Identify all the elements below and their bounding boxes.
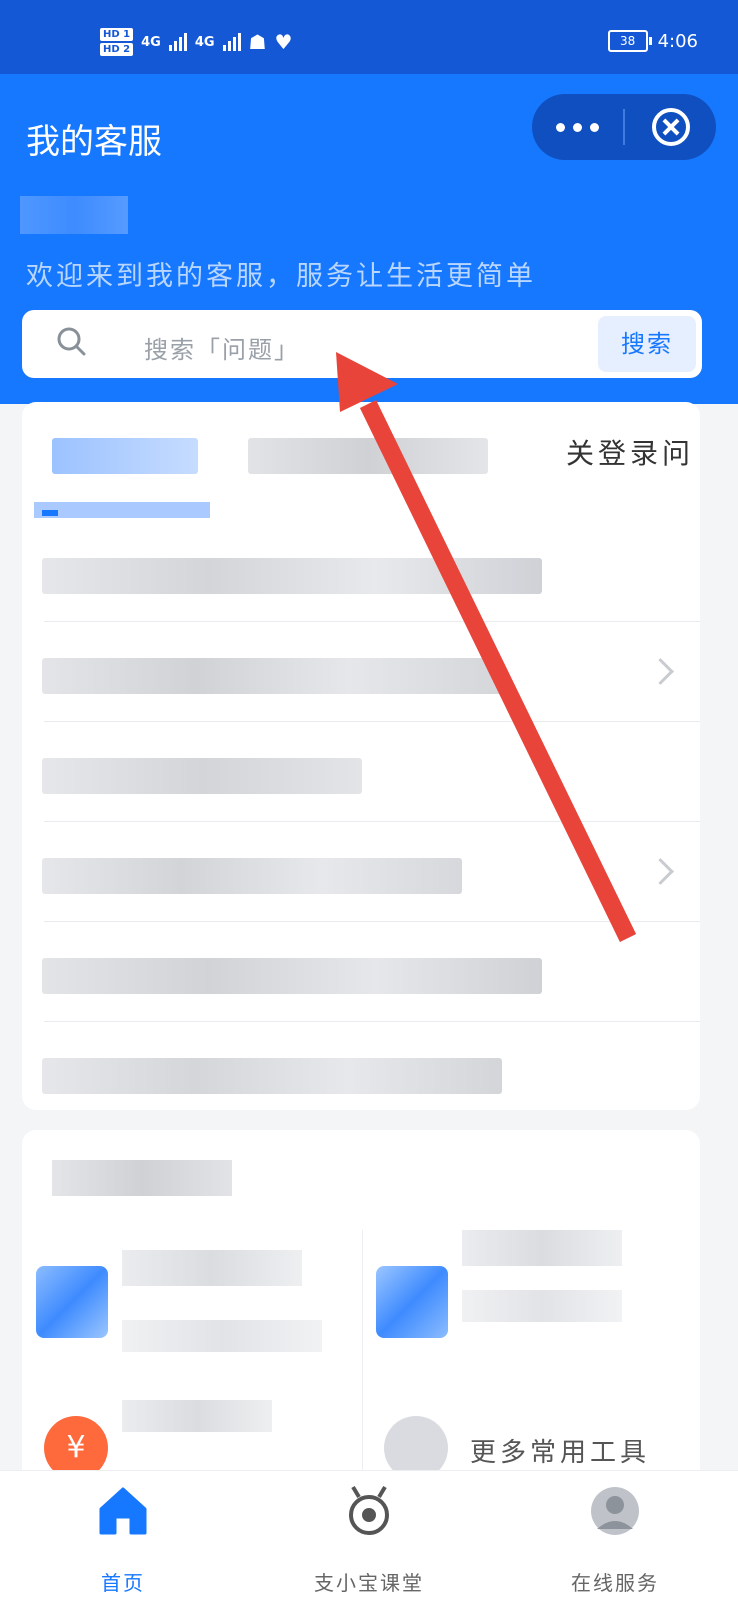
- close-icon: [651, 108, 690, 146]
- more-tools-label[interactable]: 更多常用工具: [470, 1432, 650, 1469]
- status-right: 38 4:06: [607, 30, 698, 52]
- search-bar[interactable]: 搜索「问题」 搜索: [22, 310, 702, 378]
- redacted-tile-desc: [462, 1290, 622, 1322]
- robot-icon: [349, 1485, 389, 1535]
- redacted-section-title: [52, 1160, 232, 1196]
- qq-icon: ☗: [248, 30, 267, 54]
- tab-home-label: 首页: [101, 1571, 145, 1595]
- tab-indicator: [34, 502, 210, 518]
- search-input[interactable]: 搜索「问题」: [144, 330, 300, 365]
- list-item[interactable]: [22, 822, 700, 922]
- divider: [362, 1230, 363, 1480]
- battery-icon: 38: [607, 30, 652, 52]
- dot-icon: [573, 122, 582, 132]
- dot-icon: [556, 122, 565, 132]
- dot-icon: [590, 122, 599, 132]
- welcome-text: 欢迎来到我的客服，服务让生活更简单: [26, 261, 536, 292]
- more-button[interactable]: [532, 122, 623, 132]
- list-item[interactable]: [22, 722, 700, 822]
- hd2-badge: HD 2: [100, 43, 134, 56]
- redacted-username: [20, 196, 128, 234]
- battery-level: 38: [619, 34, 636, 48]
- redacted-question: [42, 758, 362, 794]
- tab-classroom-label: 支小宝课堂: [314, 1571, 424, 1595]
- blue-grid-icon[interactable]: [36, 1266, 108, 1338]
- tab-online-service-label: 在线服务: [571, 1571, 659, 1595]
- list-item[interactable]: [22, 522, 700, 622]
- redacted-tile-title: [122, 1400, 272, 1432]
- tab-home[interactable]: 首页: [0, 1471, 246, 1601]
- redacted-tile-title: [122, 1250, 302, 1286]
- hd1-badge: HD 1: [100, 28, 134, 41]
- heart-health-icon: ♥: [274, 30, 293, 54]
- tab-online-service[interactable]: 在线服务: [492, 1471, 738, 1601]
- page-title: 我的客服: [26, 122, 162, 162]
- tools-card: ¥ 更多常用工具: [22, 1130, 700, 1490]
- network-type-2: 4G: [194, 34, 215, 50]
- search-icon: [57, 327, 86, 356]
- chevron-right-icon: [647, 658, 674, 685]
- chevron-right-icon: [647, 858, 674, 885]
- redacted-question: [42, 1058, 502, 1094]
- redacted-tab[interactable]: [248, 438, 488, 474]
- list-item[interactable]: [22, 622, 700, 722]
- tab-indicator-mark: [42, 510, 58, 516]
- redacted-question: [42, 558, 542, 594]
- signal-2-icon: [222, 33, 241, 51]
- redacted-tab[interactable]: [52, 438, 198, 474]
- clock: 4:06: [657, 30, 698, 52]
- hd-indicator: HD 1 HD 2: [100, 28, 134, 56]
- bottom-tab-bar: 首页 支小宝课堂 在线服务: [0, 1470, 738, 1601]
- redacted-tile-title: [462, 1230, 622, 1266]
- faq-tab-row: 关登录问: [22, 402, 700, 518]
- home-icon: [99, 1487, 147, 1535]
- tab-classroom[interactable]: 支小宝课堂: [246, 1471, 492, 1601]
- signal-1-icon: [168, 33, 187, 51]
- close-button[interactable]: [625, 108, 716, 146]
- redacted-question: [42, 858, 462, 894]
- list-item[interactable]: [22, 922, 700, 1022]
- faq-card: 关登录问: [22, 402, 700, 1110]
- list-item[interactable]: [22, 1022, 700, 1110]
- service-avatar-icon: [591, 1487, 639, 1535]
- redacted-question: [42, 958, 542, 994]
- network-type-1: 4G: [141, 34, 161, 50]
- redacted-tile-desc: [122, 1320, 322, 1352]
- mini-program-capsule: [532, 94, 716, 160]
- redacted-question: [42, 658, 502, 694]
- blue-grid-icon[interactable]: [376, 1266, 448, 1338]
- tab-login-question[interactable]: 关登录问: [566, 432, 694, 472]
- status-bar: HD 1 HD 2 4G 4G ☗ ♥ 38 4:06: [0, 0, 738, 74]
- search-button[interactable]: 搜索: [598, 316, 696, 372]
- status-left: HD 1 HD 2 4G 4G ☗ ♥: [100, 20, 292, 64]
